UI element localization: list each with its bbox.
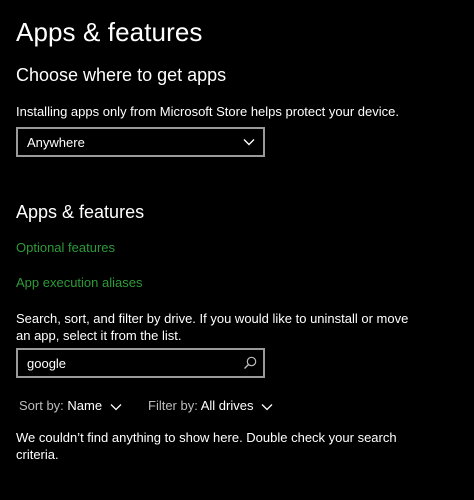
- search-icon[interactable]: [243, 356, 257, 370]
- optional-features-link[interactable]: Optional features: [16, 239, 115, 256]
- chevron-down-icon: [261, 403, 273, 410]
- store-protection-description: Installing apps only from Microsoft Stor…: [16, 104, 399, 119]
- app-search-box[interactable]: [16, 348, 265, 378]
- apps-features-heading: Apps & features: [16, 202, 145, 222]
- filter-by-dropdown[interactable]: Filter by: All drives: [148, 397, 273, 414]
- chevron-down-icon: [110, 403, 122, 410]
- app-search-input[interactable]: [18, 350, 242, 376]
- app-source-dropdown[interactable]: Anywhere: [16, 127, 265, 157]
- sort-by-value: Name: [67, 398, 103, 413]
- sort-by-label: Sort by:: [19, 398, 64, 413]
- page-title: Apps & features: [16, 17, 203, 47]
- sort-by-dropdown[interactable]: Sort by: Name: [19, 397, 122, 414]
- app-execution-aliases-link[interactable]: App execution aliases: [16, 274, 142, 291]
- chevron-down-icon: [243, 139, 255, 146]
- empty-results-message: We couldn’t find anything to show here. …: [16, 430, 397, 462]
- search-sort-filter-description: Search, sort, and filter by drive. If yo…: [16, 311, 409, 343]
- filter-by-value: All drives: [200, 398, 254, 413]
- app-source-dropdown-value: Anywhere: [27, 135, 85, 150]
- filter-by-label: Filter by:: [148, 398, 198, 413]
- choose-where-heading: Choose where to get apps: [16, 65, 227, 85]
